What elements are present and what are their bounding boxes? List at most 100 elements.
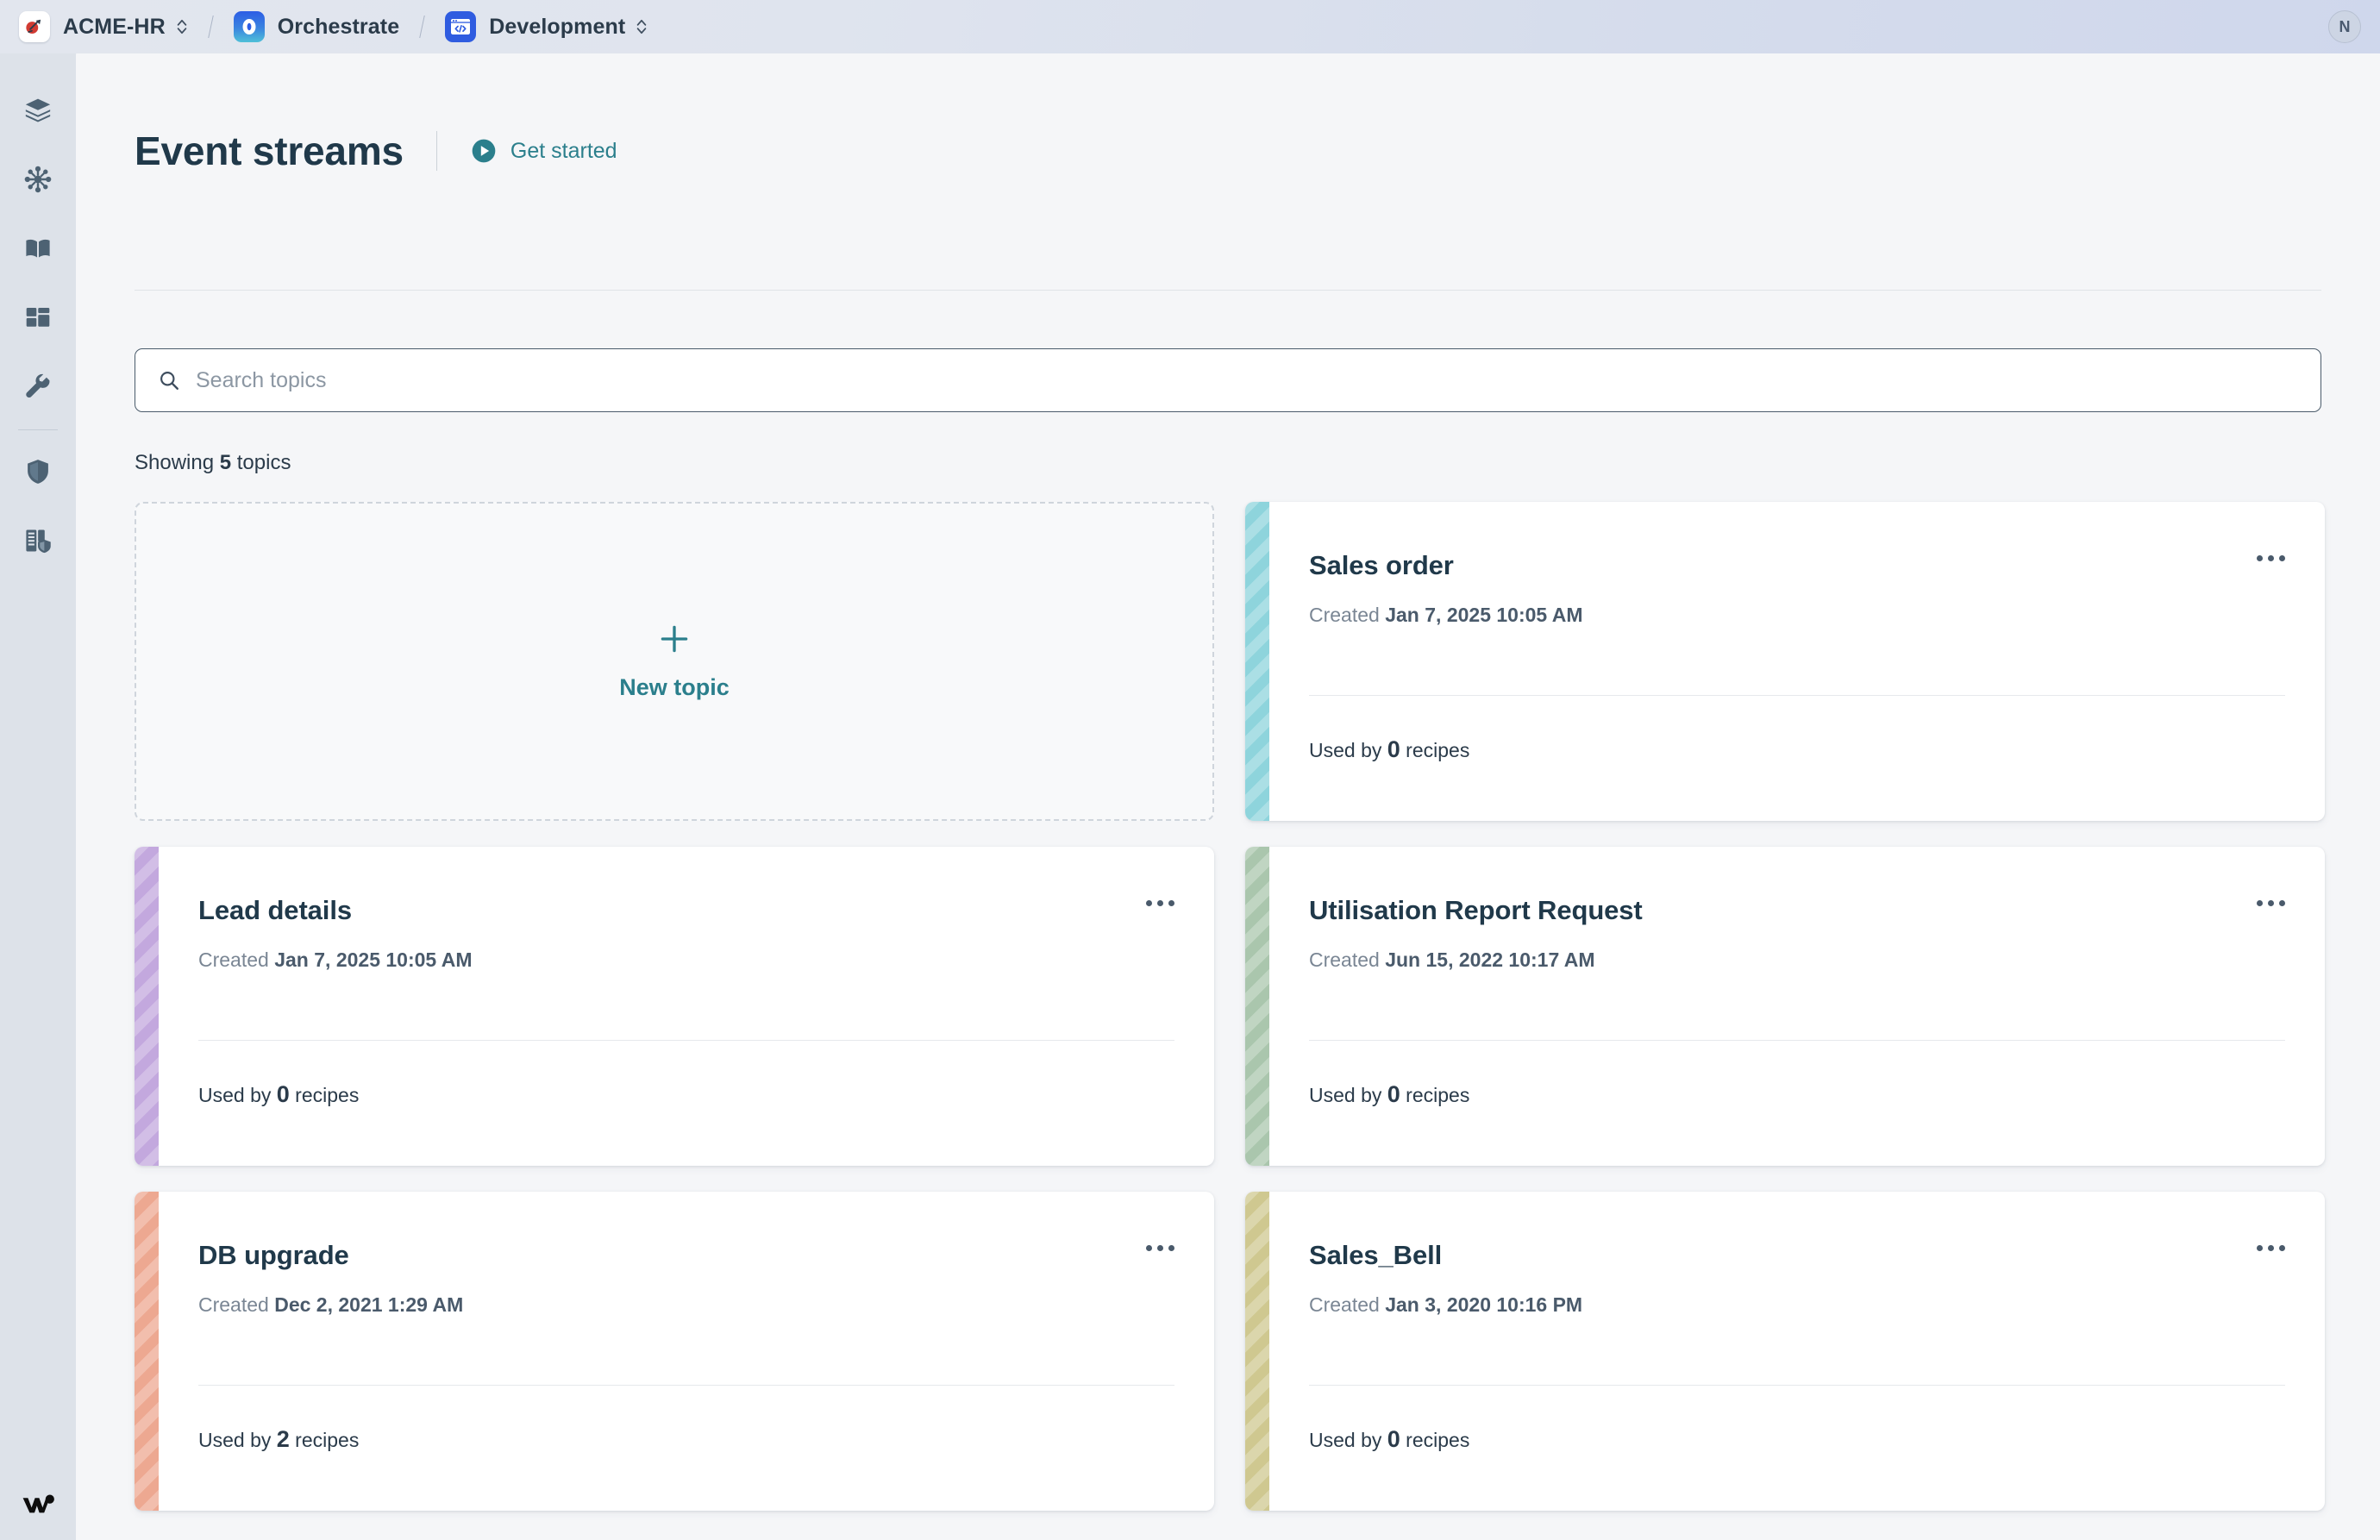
layers-icon	[23, 96, 53, 125]
used-count: 0	[1387, 1081, 1400, 1107]
used-prefix: Used by	[198, 1429, 277, 1451]
topic-card-rule	[1309, 1040, 2285, 1041]
topic-card-body: Utilisation Report Request Created Jun 1…	[1269, 847, 2325, 1166]
topic-color-stripe	[1245, 847, 1269, 1166]
hub-network-icon	[23, 165, 53, 194]
used-count: 0	[276, 1081, 290, 1107]
used-prefix: Used by	[1309, 1429, 1387, 1451]
used-count: 2	[276, 1426, 290, 1452]
created-prefix: Created	[198, 948, 275, 971]
sidebar-item-layers[interactable]	[0, 76, 76, 145]
get-started-label: Get started	[510, 138, 617, 163]
breadcrumb-separator	[207, 16, 214, 38]
used-prefix: Used by	[1309, 1084, 1387, 1106]
plus-icon	[658, 623, 691, 655]
breadcrumb-item-environment[interactable]: Development	[445, 0, 648, 53]
topic-usage: Used by 0 recipes	[1309, 736, 1469, 763]
breadcrumb-item-tenant[interactable]: ACME-HR	[19, 0, 188, 53]
rocket-icon	[19, 11, 50, 42]
created-date: Jan 3, 2020 10:16 PM	[1385, 1293, 1583, 1316]
more-options-icon[interactable]	[2252, 1240, 2290, 1256]
sidebar-item-connections[interactable]	[0, 145, 76, 214]
more-options-icon[interactable]	[1141, 1240, 1180, 1256]
book-icon	[23, 234, 53, 263]
top-breadcrumb-bar: ACME-HR Orchestrate Development N	[0, 0, 2380, 53]
topic-usage: Used by 0 recipes	[1309, 1426, 1469, 1453]
topic-color-stripe	[1245, 502, 1269, 821]
topic-card-rule	[1309, 695, 2285, 696]
sidebar-item-governance[interactable]	[0, 506, 76, 575]
topic-title: Sales order	[1309, 550, 1454, 580]
topic-card-body: Sales order Created Jan 7, 2025 10:05 AM…	[1269, 502, 2325, 821]
created-prefix: Created	[198, 1293, 275, 1316]
used-suffix: recipes	[289, 1429, 360, 1451]
new-topic-button[interactable]: New topic	[135, 502, 1214, 821]
topic-card-rule	[198, 1385, 1174, 1386]
more-options-icon[interactable]	[1141, 895, 1180, 911]
created-prefix: Created	[1309, 1293, 1386, 1316]
page-title: Event streams	[135, 128, 404, 173]
topic-title: Sales_Bell	[1309, 1240, 1443, 1270]
topic-usage: Used by 0 recipes	[198, 1081, 359, 1108]
page-header: Event streams Get started	[76, 40, 2380, 174]
chevron-updown-icon[interactable]	[176, 17, 188, 36]
created-date: Dec 2, 2021 1:29 AM	[274, 1293, 464, 1316]
sidebar-item-tools[interactable]	[0, 352, 76, 421]
chevron-updown-icon-2[interactable]	[636, 17, 648, 36]
topics-grid: New topic Sales order Created Jan 7, 202…	[135, 502, 2325, 1511]
search-input[interactable]	[196, 367, 2298, 393]
sidebar-item-security[interactable]	[0, 437, 76, 506]
created-date: Jun 15, 2022 10:17 AM	[1385, 948, 1595, 971]
topic-created: Created Jan 7, 2025 10:05 AM	[198, 948, 1174, 972]
created-date: Jan 7, 2025 10:05 AM	[274, 948, 473, 971]
topic-card[interactable]: Utilisation Report Request Created Jun 1…	[1245, 847, 2325, 1166]
topic-created: Created Jan 3, 2020 10:16 PM	[1309, 1293, 2285, 1317]
topic-card[interactable]: Sales order Created Jan 7, 2025 10:05 AM…	[1245, 502, 2325, 821]
server-shield-icon	[23, 526, 53, 555]
created-date: Jan 7, 2025 10:05 AM	[1385, 604, 1583, 626]
summary-prefix: Showing	[135, 451, 220, 474]
orchestrate-icon	[233, 11, 265, 42]
main-panel: Event streams Get started Showing 5 topi…	[76, 40, 2380, 1540]
workato-logo	[0, 1492, 76, 1518]
used-suffix: recipes	[289, 1084, 360, 1106]
more-options-icon[interactable]	[2252, 550, 2290, 567]
used-prefix: Used by	[198, 1084, 277, 1106]
topic-card-body: DB upgrade Created Dec 2, 2021 1:29 AM U…	[159, 1192, 1214, 1511]
used-suffix: recipes	[1400, 1429, 1470, 1451]
breadcrumb-label-project: Orchestrate	[277, 14, 400, 39]
header-rule	[135, 290, 2321, 291]
topic-created: Created Jan 7, 2025 10:05 AM	[1309, 604, 2285, 627]
topic-title: Utilisation Report Request	[1309, 895, 1643, 925]
sidebar-item-library[interactable]	[0, 214, 76, 283]
topic-created: Created Dec 2, 2021 1:29 AM	[198, 1293, 1174, 1317]
get-started-button[interactable]: Get started	[470, 137, 617, 165]
topic-title: DB upgrade	[198, 1240, 349, 1270]
topic-card[interactable]: Sales_Bell Created Jan 3, 2020 10:16 PM …	[1245, 1192, 2325, 1511]
topic-card[interactable]: Lead details Created Jan 7, 2025 10:05 A…	[135, 847, 1214, 1166]
search-bar[interactable]	[135, 348, 2321, 412]
dashboard-grid-icon	[23, 303, 53, 332]
new-topic-label: New topic	[619, 673, 730, 700]
avatar-initial: N	[2339, 17, 2351, 35]
wrench-icon	[23, 372, 53, 401]
used-prefix: Used by	[1309, 739, 1387, 761]
breadcrumb-label-tenant: ACME-HR	[63, 14, 166, 39]
topic-usage: Used by 2 recipes	[198, 1426, 359, 1453]
topic-usage: Used by 0 recipes	[1309, 1081, 1469, 1108]
breadcrumb-label-environment: Development	[489, 14, 626, 39]
topic-card-rule	[198, 1040, 1174, 1041]
shield-icon	[23, 457, 53, 486]
created-prefix: Created	[1309, 604, 1386, 626]
play-circle-icon	[470, 137, 498, 165]
avatar[interactable]: N	[2328, 10, 2361, 43]
more-options-icon[interactable]	[2252, 895, 2290, 911]
topic-title: Lead details	[198, 895, 352, 925]
topic-color-stripe	[135, 1192, 159, 1511]
topic-card[interactable]: DB upgrade Created Dec 2, 2021 1:29 AM U…	[135, 1192, 1214, 1511]
sidebar-item-dashboard[interactable]	[0, 283, 76, 352]
created-prefix: Created	[1309, 948, 1386, 971]
summary-suffix: topics	[231, 451, 291, 474]
breadcrumb-item-project[interactable]: Orchestrate	[233, 0, 400, 53]
topic-card-body: Sales_Bell Created Jan 3, 2020 10:16 PM …	[1269, 1192, 2325, 1511]
